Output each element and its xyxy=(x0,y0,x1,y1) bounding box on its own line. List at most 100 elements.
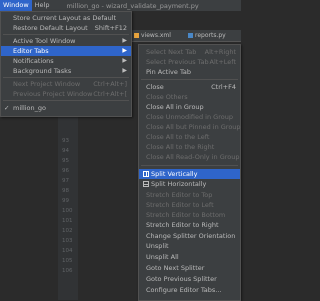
menu-item-split-vertically[interactable]: Split Vertically xyxy=(139,169,240,179)
menu-item-previous-project-window[interactable]: Previous Project Window Ctrl+Alt+[ xyxy=(1,89,131,99)
menu-item-close-all-read-only[interactable]: Close All Read-Only in Group xyxy=(139,152,240,162)
window-title: million_go - wizard_validate_payment.py xyxy=(66,1,199,10)
shortcut-label: Ctrl+Alt+] xyxy=(93,80,127,88)
menu-item-label: Close xyxy=(146,83,164,91)
menu-item-label: Close All Read-Only in Group xyxy=(146,153,240,161)
menu-item-close-unmodified[interactable]: Close Unmodified in Group xyxy=(139,112,240,122)
menu-item-label: million_go xyxy=(13,104,47,112)
menu-item-editor-tabs[interactable]: Editor Tabs ▶ xyxy=(1,46,131,56)
python-file-icon xyxy=(188,33,193,38)
menu-help[interactable]: Help xyxy=(32,0,53,11)
line-number: 93 xyxy=(62,138,69,144)
menu-item-label: Close Unmodified in Group xyxy=(146,113,233,121)
menu-item-change-splitter-orientation[interactable]: Change Splitter Orientation xyxy=(139,231,240,241)
shortcut-label: Alt+Right xyxy=(204,48,236,56)
menu-item-store-layout[interactable]: Store Current Layout as Default xyxy=(1,13,131,23)
menu-item-restore-layout[interactable]: Restore Default Layout Shift+F12 xyxy=(1,23,131,33)
menu-item-label: Background Tasks xyxy=(13,67,72,75)
tab-views-xml[interactable]: views.xml xyxy=(134,32,171,39)
menu-item-label: Select Next Tab xyxy=(146,48,197,56)
menu-item-close-all-left[interactable]: Close All to the Left xyxy=(139,132,240,142)
menu-item-split-horizontally[interactable]: Split Horizontally xyxy=(139,179,240,189)
check-icon: ✓ xyxy=(4,104,10,112)
menu-separator xyxy=(3,100,129,101)
menu-item-label: Notifications xyxy=(13,57,54,65)
menu-separator xyxy=(141,165,238,166)
line-number: 102 xyxy=(62,228,73,234)
menu-item-label: Stretch Editor to Top xyxy=(146,191,213,199)
menu-item-notifications[interactable]: Notifications ▶ xyxy=(1,56,131,66)
line-number: 94 xyxy=(62,148,69,154)
menu-item-label: Split Horizontally xyxy=(151,180,207,188)
menu-item-label: Configure Editor Tabs... xyxy=(146,286,222,294)
menu-separator xyxy=(141,79,238,80)
editor-tab-strip: views.xml reports.py xyxy=(128,30,241,42)
submenu-arrow-icon: ▶ xyxy=(122,67,127,74)
menu-item-stretch-right[interactable]: Stretch Editor to Right xyxy=(139,220,240,230)
shortcut-label: Shift+F12 xyxy=(94,24,127,32)
menu-item-label: Close All to the Left xyxy=(146,133,210,141)
menu-item-configure-editor-tabs[interactable]: Configure Editor Tabs... xyxy=(139,285,240,295)
editor-tabs-submenu: Select Next Tab Alt+Right Select Previous… xyxy=(138,44,241,301)
line-number: 97 xyxy=(62,178,69,184)
menu-item-label: Unsplit xyxy=(146,242,169,250)
menu-item-active-tool-window[interactable]: Active Tool Window ▶ xyxy=(1,36,131,46)
split-vertically-icon xyxy=(143,171,149,177)
menu-item-label: Stretch Editor to Bottom xyxy=(146,211,226,219)
menu-item-select-next-tab[interactable]: Select Next Tab Alt+Right xyxy=(139,47,240,57)
menu-item-close-all-right[interactable]: Close All to the Right xyxy=(139,142,240,152)
menu-item-label: Restore Default Layout xyxy=(13,24,88,32)
menu-item-close[interactable]: Close Ctrl+F4 xyxy=(139,82,240,92)
menu-item-project-million-go[interactable]: ✓ million_go xyxy=(1,103,131,113)
menu-item-label: Store Current Layout as Default xyxy=(13,14,117,22)
menu-item-unsplit-all[interactable]: Unsplit All xyxy=(139,252,240,262)
menu-item-stretch-top[interactable]: Stretch Editor to Top xyxy=(139,190,240,200)
menu-item-pin-active-tab[interactable]: Pin Active Tab xyxy=(139,67,240,77)
submenu-arrow-icon: ▶ xyxy=(122,57,127,64)
tab-label: reports.py xyxy=(195,32,226,39)
menu-item-next-project-window[interactable]: Next Project Window Ctrl+Alt+] xyxy=(1,79,131,89)
line-number: 101 xyxy=(62,218,73,224)
line-number: 105 xyxy=(62,258,73,264)
line-number: 100 xyxy=(62,208,73,214)
menu-item-label: Stretch Editor to Left xyxy=(146,201,214,209)
menu-item-goto-next-splitter[interactable]: Goto Next Splitter xyxy=(139,263,240,273)
shortcut-label: Alt+Left xyxy=(209,58,236,66)
menu-item-label: Select Previous Tab xyxy=(146,58,209,66)
xml-file-icon xyxy=(134,33,139,38)
menu-item-stretch-bottom[interactable]: Stretch Editor to Bottom xyxy=(139,210,240,220)
shortcut-label: Ctrl+F4 xyxy=(211,83,236,91)
menu-item-stretch-left[interactable]: Stretch Editor to Left xyxy=(139,200,240,210)
menu-item-label: Goto Previous Splitter xyxy=(146,275,217,283)
menu-item-label: Active Tool Window xyxy=(13,37,76,45)
menu-window[interactable]: Window xyxy=(0,0,32,11)
menu-bar: Window Help million_go - wizard_validate… xyxy=(0,0,241,11)
line-number: 95 xyxy=(62,158,69,164)
line-number: 106 xyxy=(62,268,73,274)
window-menu: Store Current Layout as Default Restore … xyxy=(0,11,132,117)
menu-item-label: Close All but Pinned in Group xyxy=(146,123,241,131)
menu-item-unsplit[interactable]: Unsplit xyxy=(139,241,240,251)
menu-item-close-all-in-group[interactable]: Close All in Group xyxy=(139,102,240,112)
tab-reports-py[interactable]: reports.py xyxy=(188,32,226,39)
menu-item-label: Goto Next Splitter xyxy=(146,264,205,272)
menu-item-label: Unsplit All xyxy=(146,253,179,261)
line-number: 103 xyxy=(62,238,73,244)
menu-item-label: Stretch Editor to Right xyxy=(146,221,219,229)
menu-item-label: Close Others xyxy=(146,93,188,101)
menu-separator xyxy=(3,77,129,78)
menu-item-background-tasks[interactable]: Background Tasks ▶ xyxy=(1,66,131,76)
menu-item-close-all-but-pinned[interactable]: Close All but Pinned in Group xyxy=(139,122,241,132)
menu-item-select-previous-tab[interactable]: Select Previous Tab Alt+Left xyxy=(139,57,240,67)
shortcut-label: Ctrl+Alt+[ xyxy=(93,90,127,98)
menu-item-label: Next Project Window xyxy=(13,80,81,88)
split-horizontally-icon xyxy=(143,181,149,187)
tab-label: views.xml xyxy=(141,32,171,39)
menu-item-label: Close All to the Right xyxy=(146,143,215,151)
submenu-arrow-icon: ▶ xyxy=(122,47,127,54)
menu-item-label: Change Splitter Orientation xyxy=(146,232,236,240)
menu-item-label: Close All in Group xyxy=(146,103,204,111)
menu-item-close-others[interactable]: Close Others xyxy=(139,92,240,102)
menu-item-label: Pin Active Tab xyxy=(146,68,191,76)
menu-item-goto-previous-splitter[interactable]: Goto Previous Splitter xyxy=(139,274,240,284)
